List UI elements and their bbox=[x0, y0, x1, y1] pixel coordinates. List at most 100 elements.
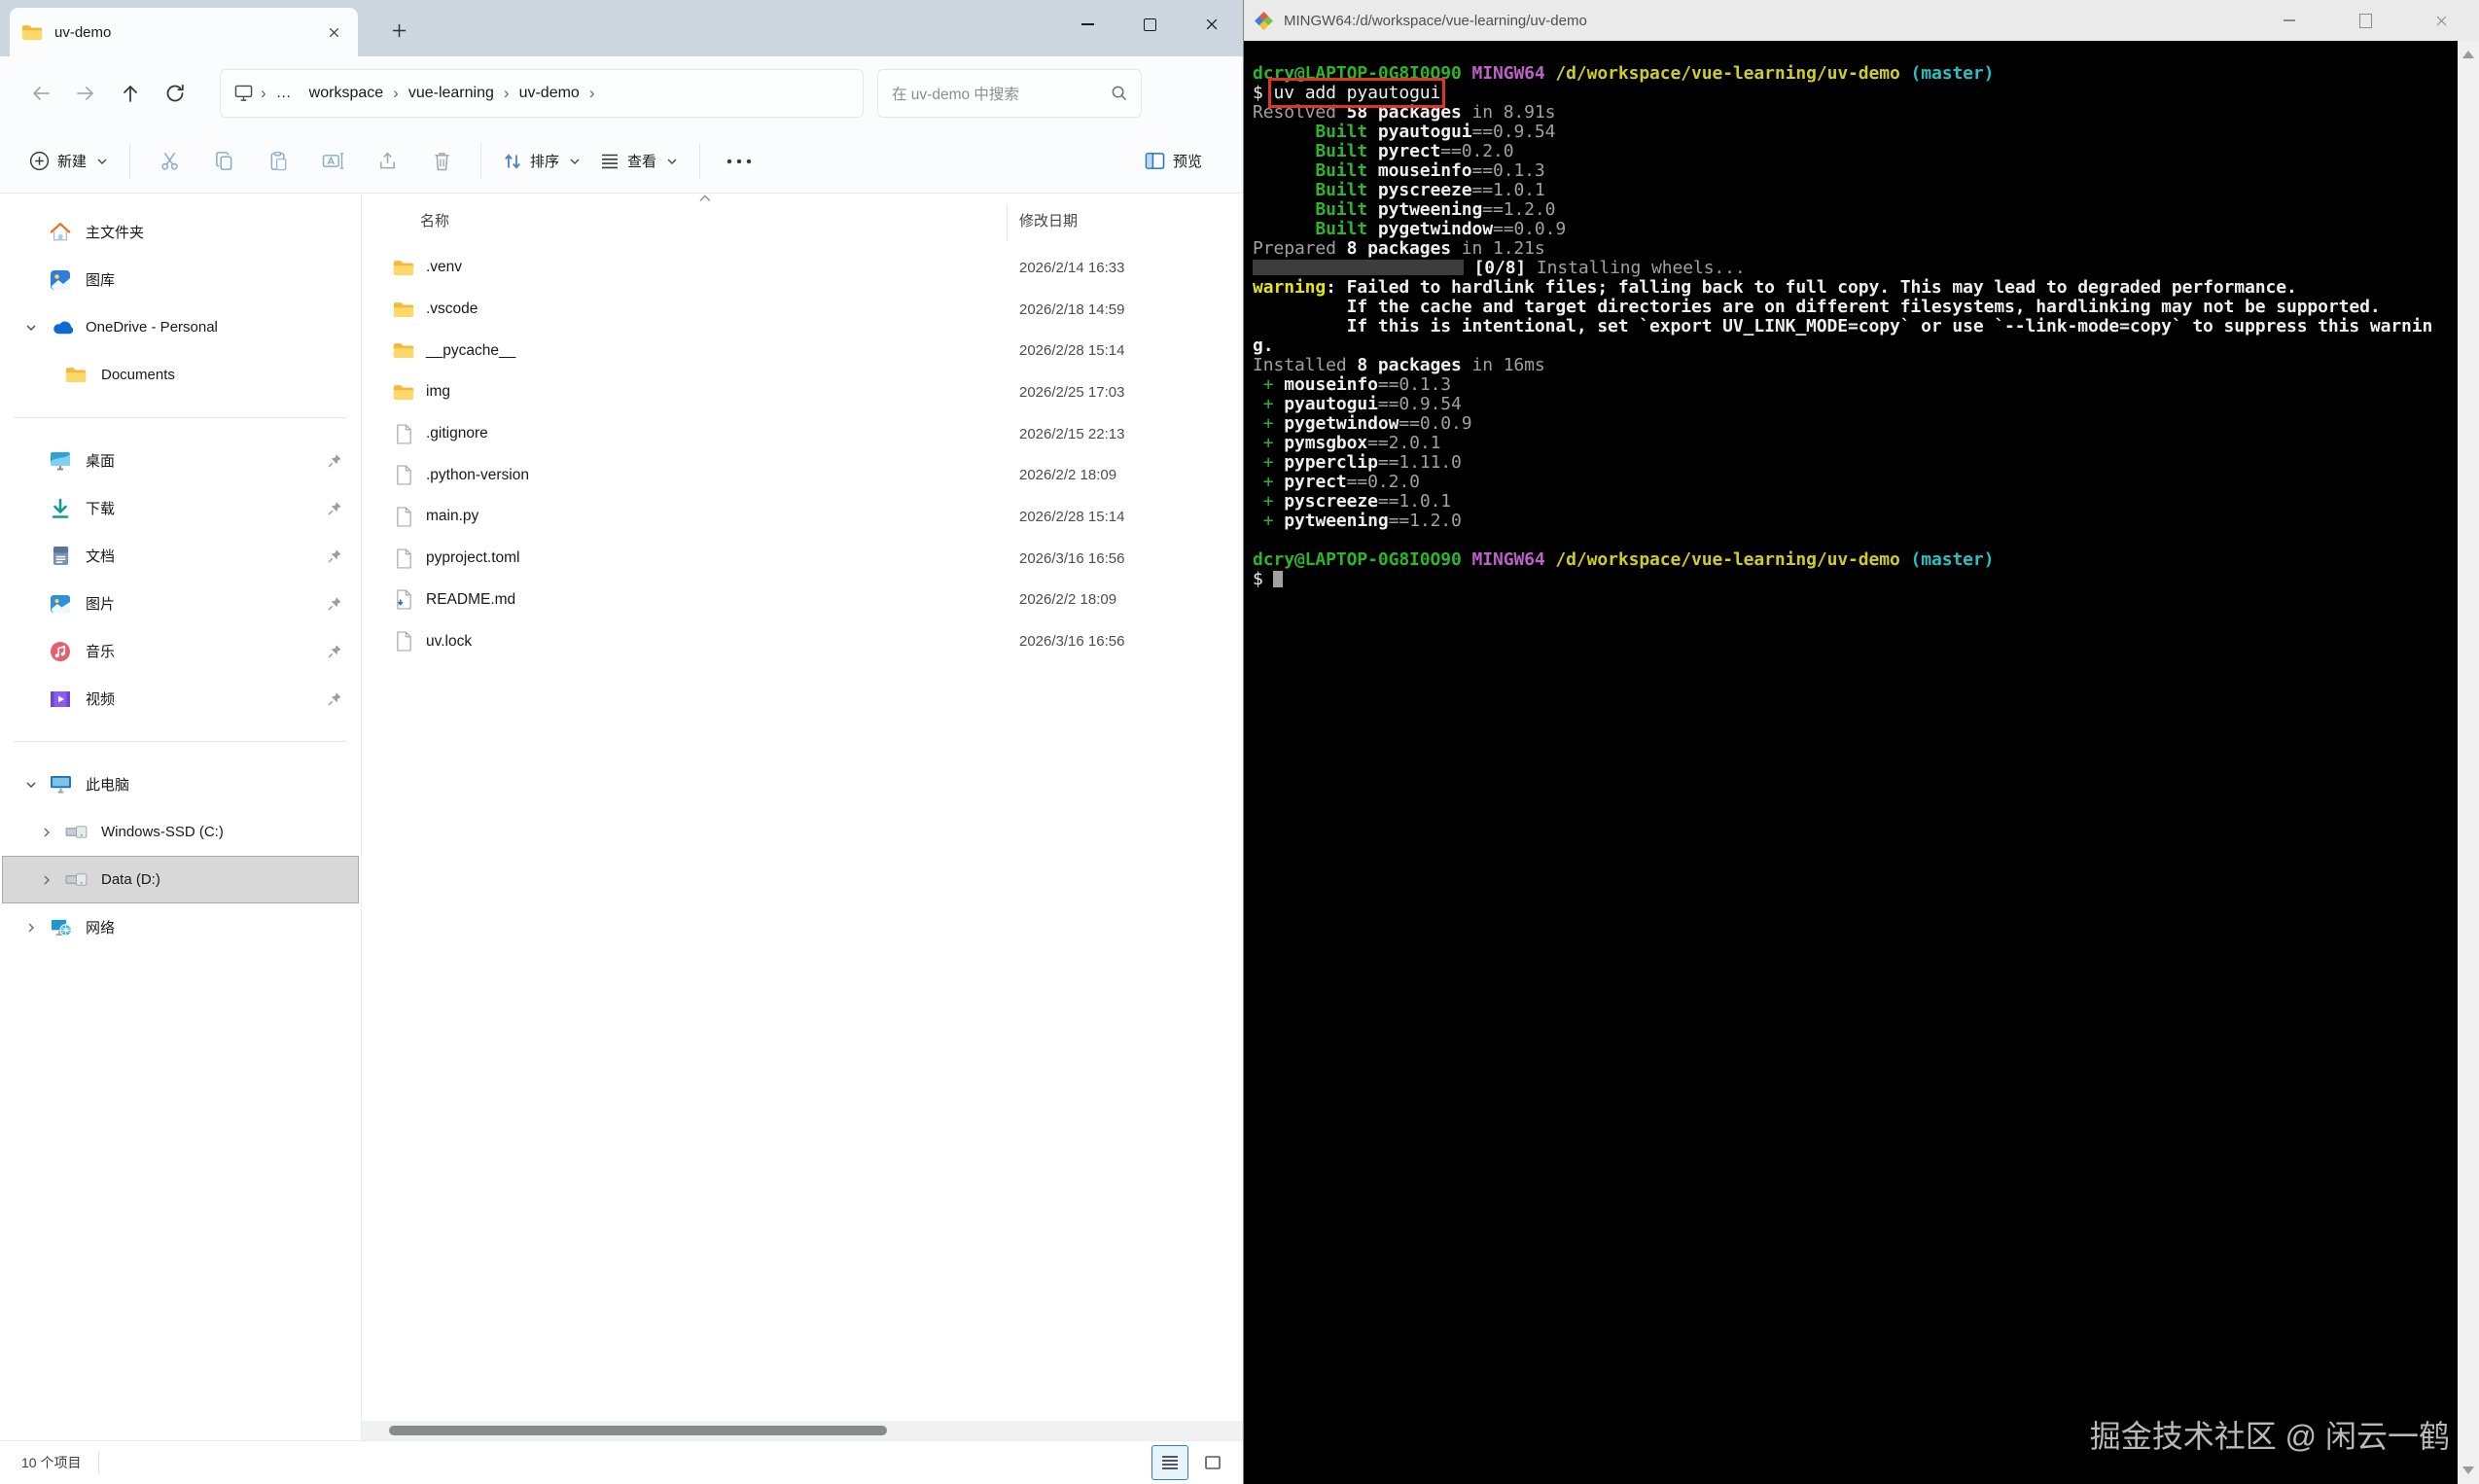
terminal-line: + pyscreeze==1.0.1 bbox=[1253, 492, 2458, 512]
new-icon bbox=[29, 151, 50, 171]
terminal-close-button[interactable] bbox=[2403, 0, 2479, 41]
breadcrumb[interactable]: ›…workspace›vue-learning›uv-demo› bbox=[220, 69, 864, 118]
rename-icon[interactable] bbox=[311, 142, 354, 181]
more-icon[interactable] bbox=[718, 142, 761, 181]
copy-icon[interactable] bbox=[202, 142, 245, 181]
sidebar-item[interactable]: 图片 bbox=[2, 580, 359, 627]
chevron-down-icon[interactable] bbox=[15, 322, 48, 334]
sidebar-item[interactable]: OneDrive - Personal bbox=[2, 303, 359, 351]
file-explorer-window: uv-demo ›…workspace›vue-learning›uv-demo… bbox=[0, 0, 1243, 1484]
file-row[interactable]: .gitignore2026/2/15 22:13 bbox=[362, 413, 1243, 455]
back-icon[interactable] bbox=[25, 78, 56, 109]
file-row[interactable]: .python-version 2026/2/2 18:09 bbox=[362, 454, 1243, 496]
terminal-maximize-button[interactable] bbox=[2327, 0, 2403, 41]
file-row[interactable]: .vscode2026/2/18 14:59 bbox=[362, 289, 1243, 331]
readme-icon bbox=[391, 589, 416, 610]
file-row[interactable]: README.md2026/2/2 18:09 bbox=[362, 580, 1243, 621]
breadcrumb-item[interactable]: workspace bbox=[301, 81, 391, 106]
minimize-button[interactable] bbox=[1056, 0, 1118, 49]
paste-icon[interactable] bbox=[257, 142, 300, 181]
terminal-output[interactable]: dcry@LAPTOP-0G8I0O90 MINGW64 /d/workspac… bbox=[1244, 41, 2458, 1484]
file-name: pyproject.toml bbox=[426, 549, 519, 567]
file-row[interactable]: img2026/2/25 17:03 bbox=[362, 371, 1243, 413]
horizontal-scrollbar[interactable] bbox=[362, 1421, 1243, 1440]
maximize-button[interactable] bbox=[1118, 0, 1181, 49]
column-header-name[interactable]: 名称 bbox=[420, 210, 449, 230]
sort-button[interactable]: 排序 bbox=[493, 143, 590, 179]
file-row[interactable]: .venv2026/2/14 16:33 bbox=[362, 247, 1243, 289]
preview-button-label: 预览 bbox=[1173, 151, 1202, 171]
sidebar-item[interactable]: 文档 bbox=[2, 532, 359, 580]
column-header-date[interactable]: 修改日期 bbox=[1019, 210, 1078, 230]
scroll-down-icon[interactable] bbox=[2462, 1466, 2474, 1474]
view-button[interactable]: 查看 bbox=[590, 143, 688, 179]
sidebar-item[interactable]: 主文件夹 bbox=[2, 208, 359, 256]
file-name: .python-version bbox=[426, 467, 529, 484]
maximize-icon bbox=[1144, 18, 1156, 31]
share-icon[interactable] bbox=[366, 142, 408, 181]
terminal-line: [0/8] Installing wheels... bbox=[1253, 259, 2458, 278]
large-icons-view-button[interactable] bbox=[1194, 1445, 1231, 1480]
close-button[interactable] bbox=[1181, 0, 1243, 49]
breadcrumb-item[interactable]: vue-learning bbox=[401, 81, 502, 106]
sidebar-item-label: Windows-SSD (C:) bbox=[101, 824, 224, 840]
status-divider bbox=[98, 1451, 99, 1474]
file-name: main.py bbox=[426, 508, 478, 525]
sidebar-item[interactable]: 此电脑 bbox=[2, 760, 359, 808]
breadcrumb-item[interactable]: uv-demo bbox=[512, 81, 587, 106]
desktop-icon bbox=[48, 450, 73, 472]
toolbar-divider bbox=[480, 143, 481, 180]
folder-icon bbox=[21, 23, 43, 42]
terminal-line: + pyrect==0.2.0 bbox=[1253, 473, 2458, 492]
forward-icon[interactable] bbox=[70, 78, 101, 109]
terminal-line: dcry@LAPTOP-0G8I0O90 MINGW64 /d/workspac… bbox=[1253, 64, 2458, 84]
sidebar-item[interactable]: 下载 bbox=[2, 484, 359, 532]
home-icon bbox=[48, 222, 73, 242]
breadcrumb-overflow[interactable]: … bbox=[268, 85, 301, 102]
sidebar-item[interactable]: Windows-SSD (C:) bbox=[2, 808, 359, 856]
downloads-icon bbox=[48, 498, 73, 519]
file-row[interactable]: uv.lock2026/3/16 16:56 bbox=[362, 620, 1243, 662]
folder-icon bbox=[391, 300, 416, 319]
chevron-right-icon[interactable] bbox=[30, 827, 63, 838]
chevron-right-icon[interactable] bbox=[30, 874, 63, 886]
sidebar-item[interactable]: 音乐 bbox=[2, 627, 359, 675]
sort-button-label: 排序 bbox=[530, 151, 559, 171]
sidebar-item[interactable]: 图库 bbox=[2, 256, 359, 303]
terminal-scrollbar[interactable] bbox=[2458, 41, 2479, 1484]
new-button-label: 新建 bbox=[57, 151, 87, 171]
refresh-icon[interactable] bbox=[159, 78, 191, 109]
explorer-tab[interactable]: uv-demo bbox=[10, 8, 358, 56]
search-box[interactable]: 在 uv-demo 中搜索 bbox=[877, 69, 1142, 118]
details-view-button[interactable] bbox=[1151, 1445, 1188, 1480]
up-icon[interactable] bbox=[115, 78, 146, 109]
sidebar-item[interactable]: Documents bbox=[2, 351, 359, 399]
sidebar-item[interactable]: 视频 bbox=[2, 675, 359, 723]
cut-icon[interactable] bbox=[148, 142, 191, 181]
thispc-icon bbox=[48, 775, 73, 794]
scroll-up-icon[interactable] bbox=[2462, 51, 2474, 58]
file-row[interactable]: pyproject.toml2026/3/16 16:56 bbox=[362, 538, 1243, 580]
file-date-modified: 2026/2/2 18:09 bbox=[1019, 467, 1116, 483]
file-row[interactable]: __pycache__2026/2/28 15:14 bbox=[362, 330, 1243, 371]
search-icon bbox=[1111, 85, 1127, 101]
new-button[interactable]: 新建 bbox=[19, 143, 118, 179]
new-tab-button[interactable] bbox=[381, 14, 416, 47]
sidebar-item[interactable]: 网络 bbox=[2, 903, 359, 951]
terminal-line: Built pyscreeze==1.0.1 bbox=[1253, 181, 2458, 200]
sort-icon bbox=[503, 152, 522, 171]
sidebar-item-label: 下载 bbox=[86, 498, 115, 518]
tab-close-icon[interactable] bbox=[321, 19, 346, 45]
terminal-line: Built pytweening==1.2.0 bbox=[1253, 200, 2458, 220]
preview-button[interactable]: 预览 bbox=[1135, 143, 1212, 179]
terminal-minimize-button[interactable] bbox=[2251, 0, 2327, 41]
delete-icon[interactable] bbox=[420, 142, 463, 181]
chevron-right-icon[interactable] bbox=[15, 922, 48, 934]
chevron-down-icon[interactable] bbox=[15, 779, 48, 791]
watermark: 掘金技术社区 @ 闲云一鹤 bbox=[2090, 1412, 2450, 1457]
file-row[interactable]: main.py2026/2/28 15:14 bbox=[362, 496, 1243, 538]
sidebar-item[interactable]: Data (D:) bbox=[2, 856, 359, 903]
sidebar-item[interactable]: 桌面 bbox=[2, 437, 359, 484]
horizontal-scrollbar-thumb[interactable] bbox=[389, 1426, 887, 1435]
preview-icon bbox=[1145, 152, 1165, 170]
